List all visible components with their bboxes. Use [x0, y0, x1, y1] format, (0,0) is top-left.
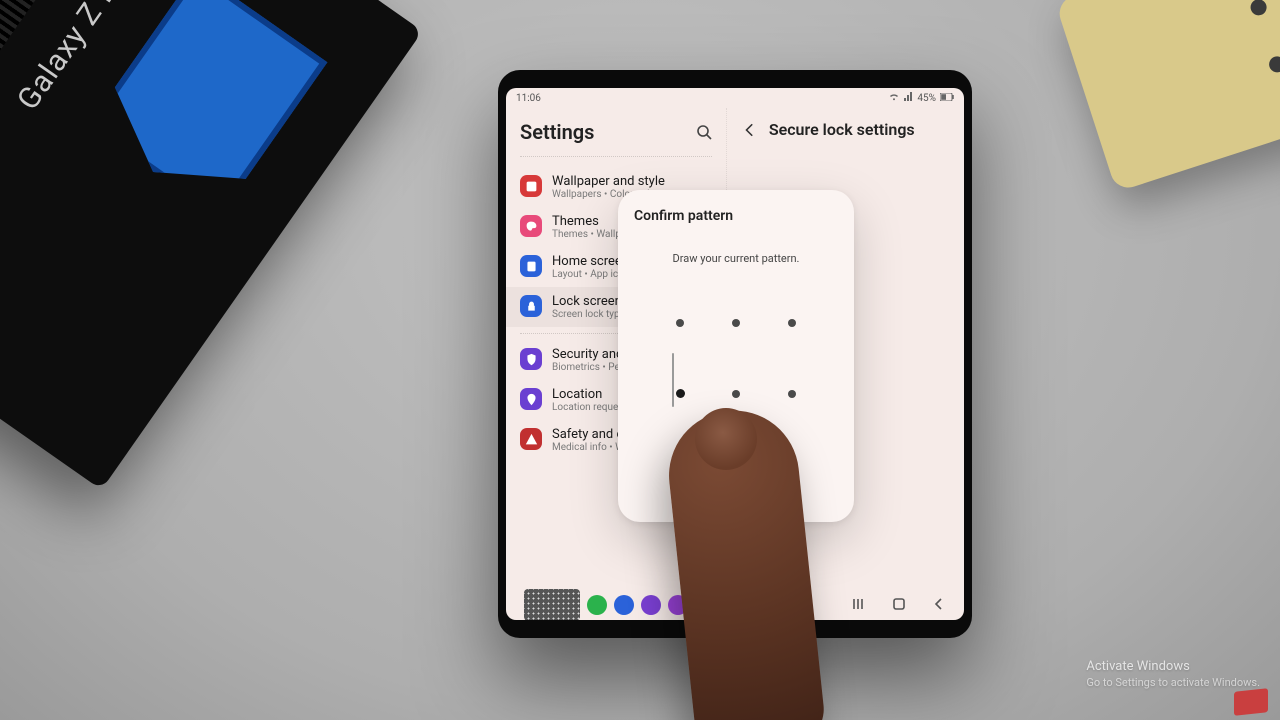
watermark-line2: Go to Settings to activate Windows.: [1086, 676, 1260, 690]
item-title: Wallpaper and style: [552, 174, 667, 189]
corner-tag: [1234, 688, 1268, 716]
wifi-icon: [889, 92, 899, 105]
themes-icon: [520, 215, 542, 237]
box-barcode: [0, 0, 45, 265]
windows-activation-watermark: Activate Windows Go to Settings to activ…: [1086, 659, 1260, 690]
back-icon[interactable]: [741, 121, 759, 139]
pattern-dot-3[interactable]: [788, 319, 796, 327]
battery-icon: [940, 93, 954, 104]
dialog-title: Confirm pattern: [634, 208, 838, 224]
nav-recents-icon[interactable]: [852, 596, 866, 615]
nav-back-icon[interactable]: [932, 596, 946, 615]
nav-home-icon[interactable]: [892, 596, 906, 615]
fingertip-overlay: [695, 408, 757, 470]
wallpaper-icon: [520, 175, 542, 197]
pattern-dot-6[interactable]: [788, 390, 796, 398]
box-badge: [88, 0, 328, 218]
location-icon: [520, 388, 542, 410]
lock-screen-icon: [520, 295, 542, 317]
emergency-icon: [520, 428, 542, 450]
pattern-dot-4[interactable]: [676, 389, 685, 398]
messages-app-icon[interactable]: [614, 595, 634, 615]
settings-title: Settings: [520, 120, 594, 144]
dialog-hint: Draw your current pattern.: [634, 252, 838, 265]
shield-icon: [520, 348, 542, 370]
home-screen-icon: [520, 255, 542, 277]
pattern-stroke: [672, 353, 674, 407]
pattern-dot-1[interactable]: [676, 319, 684, 327]
battery-text: 45%: [917, 93, 936, 104]
phone-app-icon[interactable]: [587, 595, 607, 615]
browser-app-icon[interactable]: [641, 595, 661, 615]
signal-icon: [903, 92, 913, 105]
right-pane-title: Secure lock settings: [769, 120, 915, 139]
status-time: 11:06: [516, 93, 541, 104]
apps-drawer-icon[interactable]: [524, 589, 580, 620]
pattern-dot-5[interactable]: [732, 390, 740, 398]
watermark-line1: Activate Windows: [1086, 659, 1260, 676]
search-icon[interactable]: [696, 124, 712, 140]
pattern-dot-2[interactable]: [732, 319, 740, 327]
status-bar: 11:06 45%: [506, 88, 964, 108]
